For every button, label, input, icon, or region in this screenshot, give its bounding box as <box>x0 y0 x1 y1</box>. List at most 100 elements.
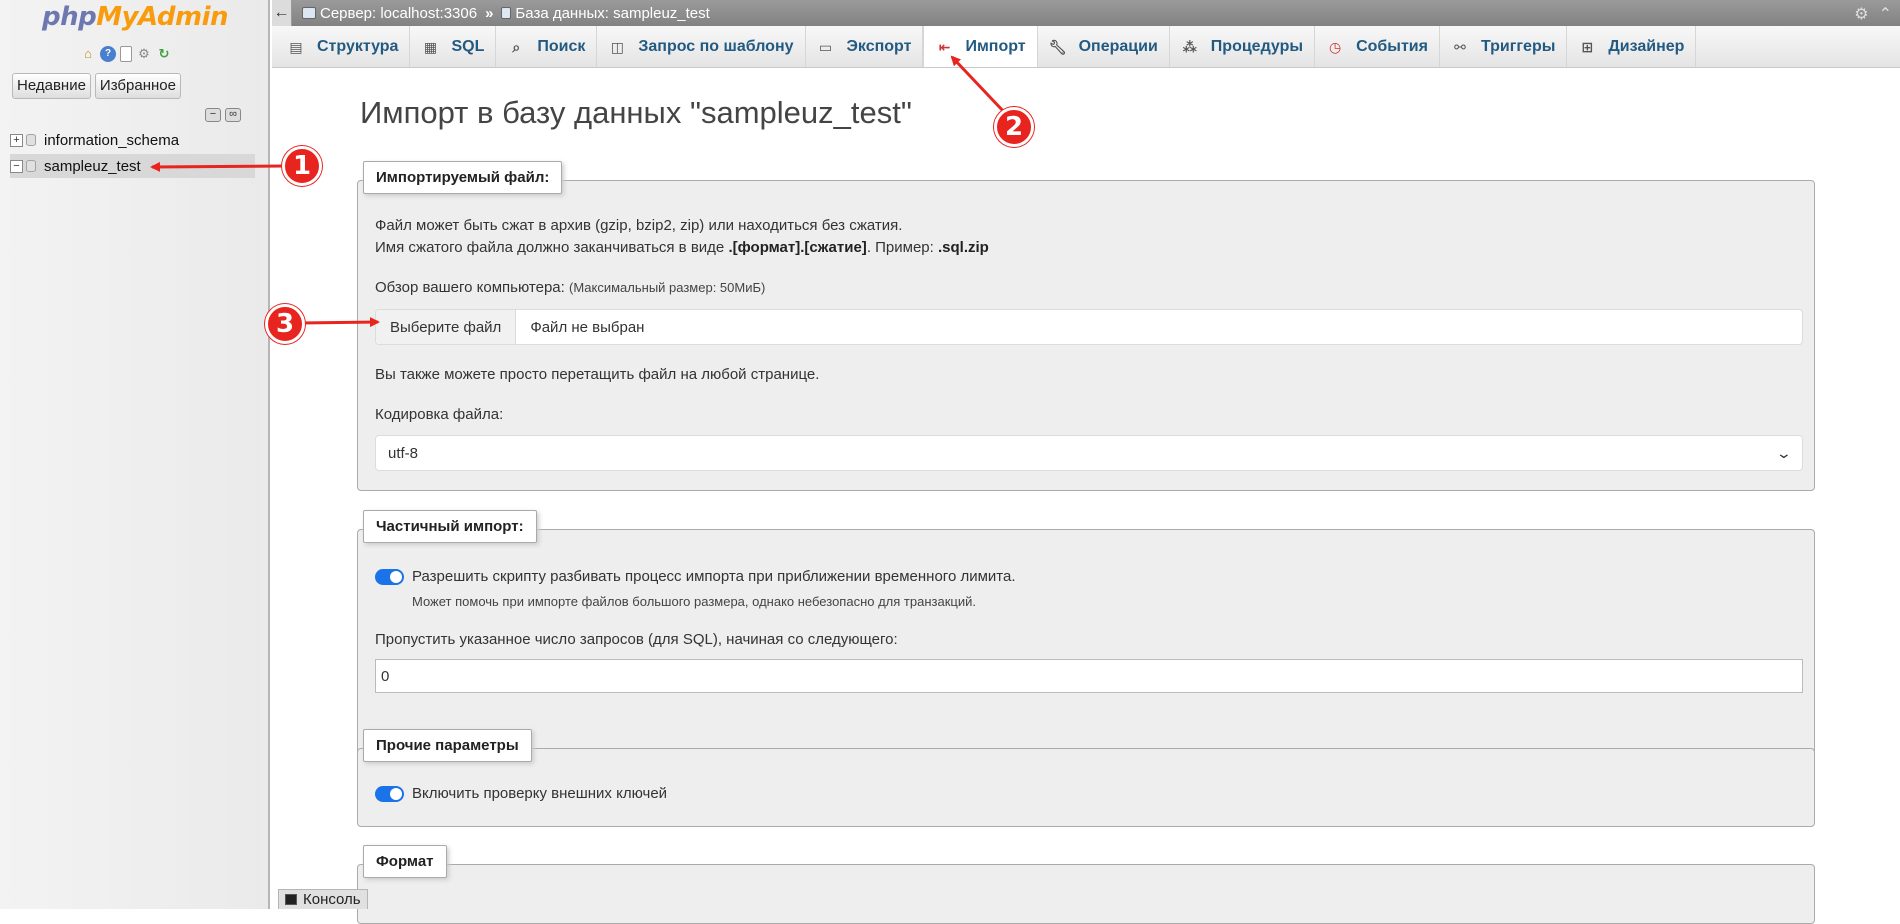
topbar-controls: ⚙ ⌃ <box>1854 4 1892 24</box>
settings-icon[interactable]: ⚙ <box>136 46 152 62</box>
settings-gear-icon[interactable]: ⚙ <box>1854 4 1868 24</box>
tab-import[interactable]: ⇤ Импорт <box>923 26 1038 67</box>
skip-queries-input[interactable]: 0 <box>375 659 1803 693</box>
tab-label: Триггеры <box>1480 37 1556 55</box>
chevron-down-icon: ⌄ <box>1775 444 1793 461</box>
choose-file-button[interactable]: Выберите файл <box>376 310 517 344</box>
triggers-icon: ⚯ <box>1454 38 1466 55</box>
nav-icon-row: ⌂ ? ⚙ ↻ <box>80 46 172 62</box>
expand-icon[interactable]: + <box>10 133 23 147</box>
collapse-all-icon[interactable]: − <box>205 108 221 122</box>
clock-icon: ◷ <box>1328 38 1342 55</box>
tab-sql[interactable]: ▦ SQL <box>410 26 497 67</box>
docs-icon[interactable] <box>120 46 132 62</box>
breadcrumb-server[interactable]: Сервер: localhost:3306 <box>302 5 477 22</box>
tree-tools: − ∞ <box>205 108 241 122</box>
recent-button[interactable]: Недавние <box>12 73 91 99</box>
logo-myadmin-text: MyAdmin <box>96 2 228 32</box>
no-file-text: Файл не выбран <box>530 318 645 336</box>
tab-label: Структура <box>317 37 399 55</box>
help-icon[interactable]: ? <box>100 46 116 62</box>
tree-item-sampleuz-test[interactable]: − sampleuz_test <box>10 154 255 178</box>
charset-value: utf-8 <box>388 444 419 462</box>
annotation-badge-2: 2 <box>994 107 1034 147</box>
tab-events[interactable]: ◷ События <box>1315 26 1440 67</box>
database-icon <box>26 134 36 146</box>
breadcrumb-separator: » <box>485 4 494 22</box>
partial-import-fieldset: Частичный импорт: Разрешить скрипту разб… <box>357 510 1815 779</box>
search-icon: ⌕ <box>512 38 521 55</box>
allow-interrupt-hint: Может помочь при импорте файлов большого… <box>412 594 976 609</box>
collapse-top-icon[interactable]: ⌃ <box>1879 4 1892 24</box>
wrench-icon: 🔧︎ <box>1048 38 1067 55</box>
reload-icon[interactable]: ↻ <box>156 46 172 62</box>
console-icon <box>285 894 297 905</box>
query-icon: ◫ <box>610 38 624 55</box>
tab-label: SQL <box>451 37 485 55</box>
home-icon[interactable]: ⌂ <box>80 46 96 62</box>
collapse-icon[interactable]: − <box>10 159 23 173</box>
tab-label: Операции <box>1078 37 1158 55</box>
browse-label-text: Обзор вашего компьютера: <box>375 279 565 296</box>
tree-item-label[interactable]: sampleuz_test <box>44 158 141 175</box>
tab-export[interactable]: ▭ Экспорт <box>806 26 924 67</box>
skip-queries-label: Пропустить указанное число запросов (для… <box>375 631 898 648</box>
info-text: Имя сжатого файла должно заканчиваться в… <box>375 239 729 256</box>
format-section-legend: Формат <box>363 845 447 878</box>
main-tab-bar: ▤ Структура ▦ SQL ⌕ Поиск ◫ Запрос по шаблон… <box>272 26 1900 68</box>
other-options-fieldset: Прочие параметры Включить проверку внешн… <box>357 729 1815 827</box>
tab-routines[interactable]: ⁂ Процедуры <box>1170 26 1316 67</box>
tab-operations[interactable]: 🔧︎ Операции <box>1038 26 1170 67</box>
format-fieldset: Формат <box>357 845 1815 924</box>
tree-item-label[interactable]: information_schema <box>44 132 179 149</box>
compressed-filename-info: Имя сжатого файла должно заканчиваться в… <box>375 239 989 256</box>
breadcrumb-server-label[interactable]: Сервер: localhost:3306 <box>320 5 477 22</box>
import-file-fieldset: Импортируемый файл: Файл может быть сжат… <box>357 161 1815 491</box>
tree-item-information-schema[interactable]: + information_schema <box>10 128 255 152</box>
tab-query[interactable]: ◫ Запрос по шаблону <box>597 26 806 67</box>
server-icon <box>302 7 316 19</box>
partial-section-legend: Частичный импорт: <box>363 510 537 543</box>
back-arrow-icon[interactable]: ← <box>272 0 292 26</box>
example-text: .sql.zip <box>937 239 989 256</box>
import-icon: ⇤ <box>938 38 951 55</box>
allow-interrupt-label[interactable]: Разрешить скрипту разбивать процесс импо… <box>412 568 1016 585</box>
other-section-legend: Прочие параметры <box>363 729 532 762</box>
favorites-button[interactable]: Избранное <box>94 73 181 99</box>
tab-search[interactable]: ⌕ Поиск <box>496 26 598 67</box>
annotation-badge-3: 3 <box>265 304 305 344</box>
routines-icon: ⁂ <box>1182 38 1197 55</box>
drag-hint: Вы также можете просто перетащить файл н… <box>375 366 820 383</box>
tab-structure[interactable]: ▤ Структура <box>276 26 411 67</box>
tab-triggers[interactable]: ⚯ Триггеры <box>1440 26 1568 67</box>
server-breadcrumb-bar: ← Сервер: localhost:3306 » База данных: … <box>272 0 1900 26</box>
breadcrumb-database-label[interactable]: База данных: sampleuz_test <box>515 5 709 22</box>
tab-designer[interactable]: ⊞ Дизайнер <box>1567 26 1697 67</box>
link-icon[interactable]: ∞ <box>225 108 241 122</box>
breadcrumb-database[interactable]: База данных: sampleuz_test <box>501 5 710 22</box>
tab-label: Импорт <box>965 37 1026 55</box>
database-icon <box>26 160 36 172</box>
max-size-text: (Максимальный размер: 50МиБ) <box>568 280 766 295</box>
fk-checks-toggle[interactable] <box>375 786 404 802</box>
tab-label: Дизайнер <box>1608 37 1685 55</box>
structure-icon: ▤ <box>289 38 303 55</box>
fk-checks-label[interactable]: Включить проверку внешних ключей <box>412 785 667 802</box>
nav-recent-favorites: Недавние Избранное <box>12 73 181 99</box>
annotation-badge-1: 1 <box>282 146 322 186</box>
navigation-panel: phpMyAdmin ⌂ ? ⚙ ↻ Недавние Избранное − … <box>0 0 270 909</box>
export-icon: ▭ <box>818 38 833 55</box>
allow-interrupt-toggle[interactable] <box>375 569 404 585</box>
tab-label: Поиск <box>537 37 586 55</box>
charset-select[interactable]: utf-8 ⌄ <box>375 435 1803 471</box>
charset-label: Кодировка файла: <box>375 406 504 423</box>
file-input[interactable]: Выберите файл Файл не выбран <box>375 309 1803 345</box>
tab-label: Процедуры <box>1210 37 1304 55</box>
console-bar[interactable]: Консоль <box>278 889 368 909</box>
info-text: . Пример: <box>866 239 938 256</box>
format-text: .[формат].[сжатие] <box>728 239 867 256</box>
compression-info: Файл может быть сжат в архив (gzip, bzip… <box>375 217 903 234</box>
database-icon <box>501 7 512 19</box>
phpmyadmin-logo[interactable]: phpMyAdmin <box>0 2 270 32</box>
console-label: Консоль <box>303 891 361 908</box>
